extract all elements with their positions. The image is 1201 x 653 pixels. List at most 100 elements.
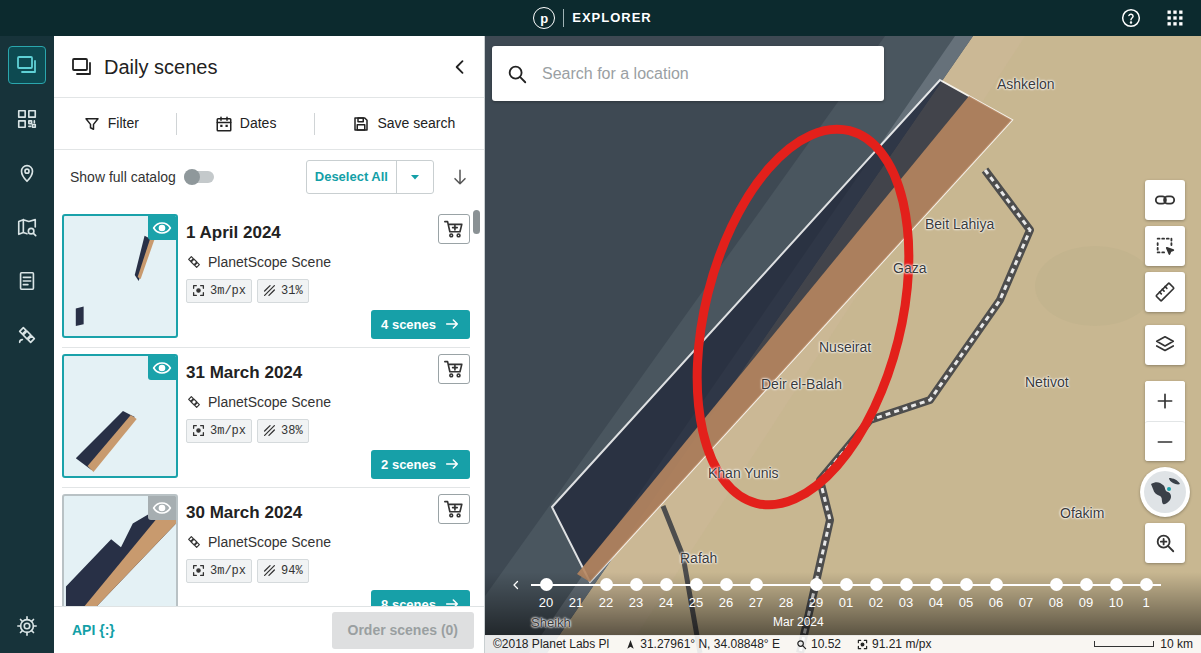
resolution-chip: 3m/px [186,419,252,443]
add-to-cart-button[interactable] [438,214,470,244]
timeline-prev-button[interactable] [501,578,531,592]
day-dot[interactable] [1020,578,1033,591]
filter-icon [83,115,101,133]
layers-icon [1154,334,1176,356]
timeline-day[interactable]: 09 [1071,578,1101,613]
visibility-toggle[interactable] [148,356,176,380]
layers-button[interactable] [1145,325,1185,365]
scene-thumbnail[interactable] [62,354,178,478]
globe-button[interactable] [1140,467,1190,517]
day-dot[interactable] [810,578,823,591]
day-dot[interactable] [690,578,703,591]
timeline-day[interactable]: 21 [561,578,591,613]
timeline-day[interactable]: 22 [591,578,621,613]
day-dot[interactable] [900,578,913,591]
place-label: Ofakim [1060,503,1104,524]
rail-item[interactable] [8,46,46,84]
day-dot[interactable] [720,578,733,591]
apps-grid-icon[interactable] [1165,8,1185,28]
timeline-day[interactable]: 10 [1101,578,1131,613]
measure-button[interactable] [1145,272,1185,312]
rail-item[interactable] [8,262,46,300]
day-dot[interactable] [1050,578,1063,591]
sort-icon[interactable] [450,167,470,187]
timeline-day[interactable]: 01 [831,578,861,613]
area-select-button[interactable] [1145,226,1185,266]
catalog-toggle[interactable] [184,171,214,183]
day-dot[interactable] [930,578,943,591]
timeline-day[interactable]: 23 [621,578,651,613]
arrow-right-icon [444,456,460,472]
scene-count-button[interactable]: 2 scenes [371,450,470,480]
timeline-day[interactable]: 02 [861,578,891,613]
zoom-out-button[interactable] [1145,421,1185,461]
timeline-day[interactable]: 28 [771,578,801,613]
timeline-day[interactable]: 20 [531,578,561,613]
scrollbar[interactable] [473,210,480,234]
timeline-day[interactable]: 24 [651,578,681,613]
add-to-cart-button[interactable] [438,354,470,384]
day-dot[interactable] [1080,578,1093,591]
api-button[interactable]: API {:} [72,620,115,641]
toolbar-button[interactable]: Filter [75,107,147,140]
day-dot[interactable] [990,578,1003,591]
scene-count-button[interactable]: 4 scenes [371,310,470,340]
day-dot[interactable] [780,578,793,591]
add-to-cart-button[interactable] [438,494,470,524]
share-link-button[interactable] [1145,180,1185,220]
resolution-chip: 3m/px [186,559,252,583]
location-search[interactable] [492,46,884,101]
map-view[interactable]: AshkelonBeit LahiyaGazaNuseiratDeir el-B… [485,36,1201,653]
zoom-in-button[interactable] [1145,381,1185,421]
zoom-to-button[interactable] [1145,523,1185,563]
day-dot[interactable] [1110,578,1123,591]
timeline-day[interactable]: 26 [711,578,741,613]
cloud-cover-chip: 94% [257,559,309,583]
deselect-all-button[interactable]: Deselect All [307,161,397,193]
day-dot[interactable] [600,578,613,591]
day-dot[interactable] [540,578,553,591]
timeline-day[interactable]: 29 [801,578,831,613]
visibility-toggle[interactable] [148,496,176,520]
zoom-controls [1145,381,1185,461]
rail-item[interactable] [8,154,46,192]
place-label: Nuseirat [819,337,871,358]
scene-thumbnail[interactable] [62,214,178,338]
day-dot[interactable] [750,578,763,591]
collapse-icon[interactable] [450,57,470,77]
help-icon[interactable] [1121,8,1141,28]
day-dot[interactable] [630,578,643,591]
timeline-day[interactable]: 08 [1041,578,1071,613]
day-dot[interactable] [960,578,973,591]
timeline-day[interactable]: 04 [921,578,951,613]
day-dot[interactable] [570,578,583,591]
search-input[interactable] [540,61,870,87]
timeline-day[interactable]: 25 [681,578,711,613]
timeline-day[interactable]: 07 [1011,578,1041,613]
place-label: Rafah [680,548,717,569]
copyright: ©2018 Planet Labs Pl [493,635,609,653]
day-dot[interactable] [660,578,673,591]
scene-card[interactable]: 30 March 2024PlanetScope Scene3m/px94%8 … [62,488,470,606]
deselect-menu-button[interactable] [397,161,433,193]
day-dot[interactable] [1140,578,1153,591]
toolbar-button[interactable]: Save search [344,107,463,140]
timeline-day[interactable]: 05 [951,578,981,613]
toolbar-button[interactable]: Dates [207,107,285,140]
resolution-icon [192,564,205,577]
rail-item[interactable] [8,100,46,138]
day-dot[interactable] [840,578,853,591]
scene-card[interactable]: 31 March 2024PlanetScope Scene3m/px38%2 … [62,348,470,488]
timeline-day[interactable]: 27 [741,578,771,613]
timeline-day[interactable]: 06 [981,578,1011,613]
rail-item[interactable] [8,208,46,246]
scene-card[interactable]: 1 April 2024PlanetScope Scene3m/px31%4 s… [62,208,470,348]
settings-button[interactable] [8,607,46,645]
visibility-toggle[interactable] [148,216,176,240]
timeline-day[interactable]: 03 [891,578,921,613]
day-dot[interactable] [870,578,883,591]
timeline-day[interactable]: 1 [1131,578,1161,613]
rail-item[interactable] [8,316,46,354]
scene-thumbnail[interactable] [62,494,178,606]
scene-count-button[interactable]: 8 scenes [371,590,470,607]
